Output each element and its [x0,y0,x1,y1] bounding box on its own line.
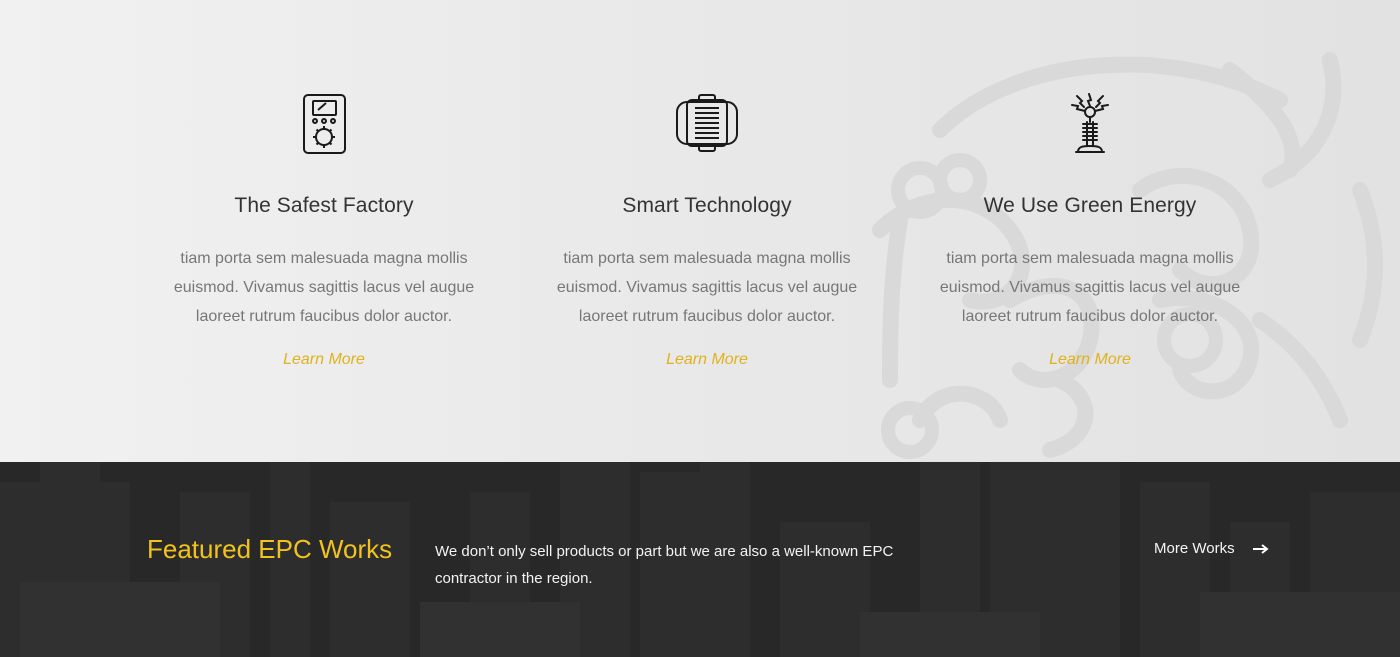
feature-cards: The Safest Factory tiam porta sem malesu… [0,0,1400,462]
more-works-label: More Works [1154,540,1235,557]
more-works-button[interactable]: More Works [1154,540,1269,557]
feature-card-green-energy: We Use Green Energy tiam porta sem males… [920,92,1260,369]
feature-description: tiam porta sem malesuada magna mollis eu… [556,250,858,325]
tesla-coil-icon [1071,93,1109,153]
feature-card-safest-factory: The Safest Factory tiam porta sem malesu… [154,92,494,369]
learn-more-link[interactable]: Learn More [666,351,748,369]
feature-description: tiam porta sem malesuada magna mollis eu… [939,250,1241,325]
feature-title: Smart Technology [622,194,792,217]
generator-icon [676,94,738,152]
arrow-right-icon [1252,543,1269,554]
feature-description: tiam porta sem malesuada magna mollis eu… [173,250,475,325]
learn-more-link[interactable]: Learn More [1049,351,1131,369]
feature-card-smart-technology: Smart Technology tiam porta sem malesuad… [537,92,877,369]
feature-title: The Safest Factory [234,194,414,217]
learn-more-link[interactable]: Learn More [283,351,365,369]
featured-works-banner: Featured EPC Works We don’t only sell pr… [0,462,1400,657]
features-section: The Safest Factory tiam porta sem malesu… [0,0,1400,462]
feature-title: We Use Green Energy [983,194,1197,217]
featured-description: We don’t only sell products or part but … [435,543,894,587]
multimeter-icon [303,94,346,154]
featured-title: Featured EPC Works [147,534,393,564]
